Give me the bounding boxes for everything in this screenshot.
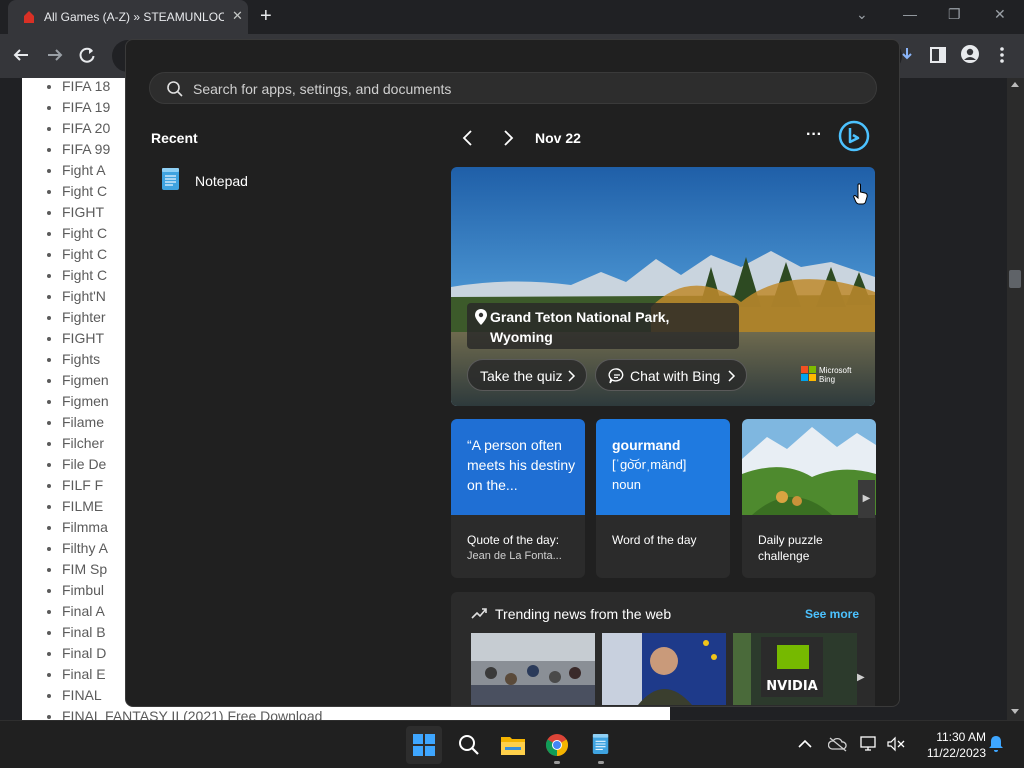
side-panel-icon[interactable]: [929, 46, 947, 64]
reload-icon[interactable]: [78, 46, 96, 64]
start-search-box[interactable]: Search for apps, settings, and documents: [149, 72, 877, 104]
network-icon[interactable]: [860, 736, 880, 752]
previous-date-icon[interactable]: [461, 129, 475, 147]
download-icon[interactable]: [898, 46, 916, 64]
next-date-icon[interactable]: [501, 129, 515, 147]
word-pronunciation: [ˈgo͝orˌmänd]: [612, 457, 687, 472]
chat-bubble-icon: [608, 368, 624, 384]
search-icon: [459, 735, 479, 755]
take-quiz-button[interactable]: Take the quiz: [467, 359, 587, 391]
recent-item-notepad[interactable]: Notepad: [160, 165, 360, 195]
see-more-link[interactable]: See more: [805, 607, 859, 621]
tab-title: All Games (A-Z) » STEAMUNLOCKED: [44, 10, 224, 24]
word-of-the-day-card[interactable]: gourmand [ˈgo͝orˌmänd] noun Word of the …: [596, 419, 730, 578]
chrome-icon: [546, 734, 568, 756]
microsoft-bing-brand: Microsoft Bing: [819, 366, 852, 384]
word-panel: gourmand [ˈgo͝orˌmänd] noun: [596, 419, 730, 515]
location-label[interactable]: Grand Teton National Park, Wyoming: [467, 303, 739, 349]
close-window-button[interactable]: ✕: [994, 6, 1006, 23]
system-clock[interactable]: 11:30 AM 11/22/2023: [916, 729, 986, 761]
puzzle-landscape-image: [742, 419, 876, 515]
more-options-button[interactable]: ···: [806, 126, 822, 144]
news-next-button[interactable]: ▶: [857, 672, 865, 683]
show-hidden-icons-chevron-icon[interactable]: [798, 739, 812, 749]
browser-menu-icon[interactable]: [996, 46, 1008, 64]
tab-close-button[interactable]: ✕: [232, 8, 243, 24]
daily-puzzle-card[interactable]: Daily puzzle challenge: [742, 419, 876, 578]
trending-arrow-icon: [471, 608, 487, 619]
quote-text: “A person often meets his destiny on the…: [467, 437, 576, 493]
taskbar: 11:30 AM 11/22/2023: [0, 720, 1024, 768]
mouse-pointer-icon: [853, 183, 868, 205]
word-part-of-speech: noun: [612, 477, 641, 492]
search-icon: [167, 81, 183, 97]
game-list-item[interactable]: FINAL FANTASY II (2021) Free Download: [62, 706, 322, 720]
trending-title: Trending news from the web: [495, 606, 672, 622]
word-caption: Word of the day: [612, 533, 697, 547]
notepad-icon: [592, 734, 609, 754]
search-placeholder: Search for apps, settings, and documents: [193, 81, 452, 97]
notepad-taskbar-button[interactable]: [583, 726, 619, 764]
quote-panel: “A person often meets his destiny on the…: [451, 419, 585, 515]
volume-muted-icon[interactable]: [886, 736, 906, 752]
new-tab-button[interactable]: +: [260, 5, 272, 28]
taskbar-search-button[interactable]: [451, 726, 487, 764]
browser-tab[interactable]: All Games (A-Z) » STEAMUNLOCKED ✕: [8, 0, 248, 34]
page-scrollbar[interactable]: [1007, 78, 1024, 720]
tab-bar: All Games (A-Z) » STEAMUNLOCKED ✕ + ⌄ — …: [0, 0, 1024, 34]
hero-card[interactable]: Grand Teton National Park, Wyoming Take …: [451, 167, 875, 406]
puzzle-caption: Daily puzzle challenge: [758, 533, 823, 563]
tab-search-button[interactable]: ⌄: [856, 6, 868, 23]
word-title: gourmand: [612, 437, 681, 453]
onedrive-offline-icon[interactable]: [828, 736, 848, 752]
clock-date: 11/22/2023: [926, 746, 986, 760]
bing-icon[interactable]: [838, 120, 870, 152]
scrollbar-thumb[interactable]: [1009, 270, 1021, 288]
running-indicator: [554, 761, 560, 764]
start-menu: Search for apps, settings, and documents…: [125, 39, 900, 707]
quote-caption: Quote of the day: Jean de La Fonta...: [467, 532, 577, 564]
restore-button[interactable]: ❐: [948, 6, 961, 23]
windows-logo-icon: [413, 734, 435, 756]
profile-avatar-icon[interactable]: [960, 44, 980, 64]
running-indicator: [598, 761, 604, 764]
trending-news-panel: Trending news from the web See more NVID…: [451, 592, 875, 706]
file-explorer-button[interactable]: [495, 726, 531, 764]
chat-with-bing-button[interactable]: Chat with Bing: [595, 359, 747, 391]
microsoft-logo-icon: [801, 366, 816, 381]
scroll-down-icon[interactable]: [1010, 708, 1020, 716]
quote-of-the-day-card[interactable]: “A person often meets his destiny on the…: [451, 419, 585, 578]
back-arrow-icon[interactable]: [12, 46, 30, 64]
chat-with-bing-label: Chat with Bing: [630, 368, 721, 384]
recent-item-label: Notepad: [195, 173, 248, 189]
scroll-up-icon[interactable]: [1010, 80, 1020, 88]
widget-date: Nov 22: [535, 130, 581, 146]
quote-author: Jean de La Fonta...: [467, 550, 562, 562]
news-thumbnail-crowd[interactable]: [471, 633, 595, 705]
chevron-right-icon: [728, 370, 736, 382]
news-thumbnail-nvidia[interactable]: NVIDIA: [733, 633, 857, 705]
location-title: Grand Teton National Park, Wyoming: [490, 309, 670, 345]
folder-icon: [501, 737, 525, 755]
minimize-button[interactable]: —: [903, 6, 917, 22]
cards-next-button[interactable]: ▶: [858, 480, 875, 518]
start-button[interactable]: [406, 726, 442, 764]
clock-time: 11:30 AM: [936, 730, 986, 744]
notification-bell-icon[interactable]: [988, 735, 1004, 753]
word-block: gourmand [ˈgo͝orˌmänd] noun: [612, 435, 722, 495]
recent-heading: Recent: [151, 130, 198, 146]
notepad-icon: [162, 168, 179, 190]
news-thumbnail-portrait[interactable]: [602, 633, 726, 705]
nvidia-text: NVIDIA: [766, 679, 817, 694]
chrome-taskbar-button[interactable]: [539, 726, 575, 764]
forward-arrow-icon[interactable]: [46, 46, 64, 64]
chevron-right-icon: [568, 370, 576, 382]
location-pin-icon: [475, 309, 487, 325]
site-favicon-icon: [24, 11, 34, 23]
take-quiz-label: Take the quiz: [480, 368, 563, 384]
